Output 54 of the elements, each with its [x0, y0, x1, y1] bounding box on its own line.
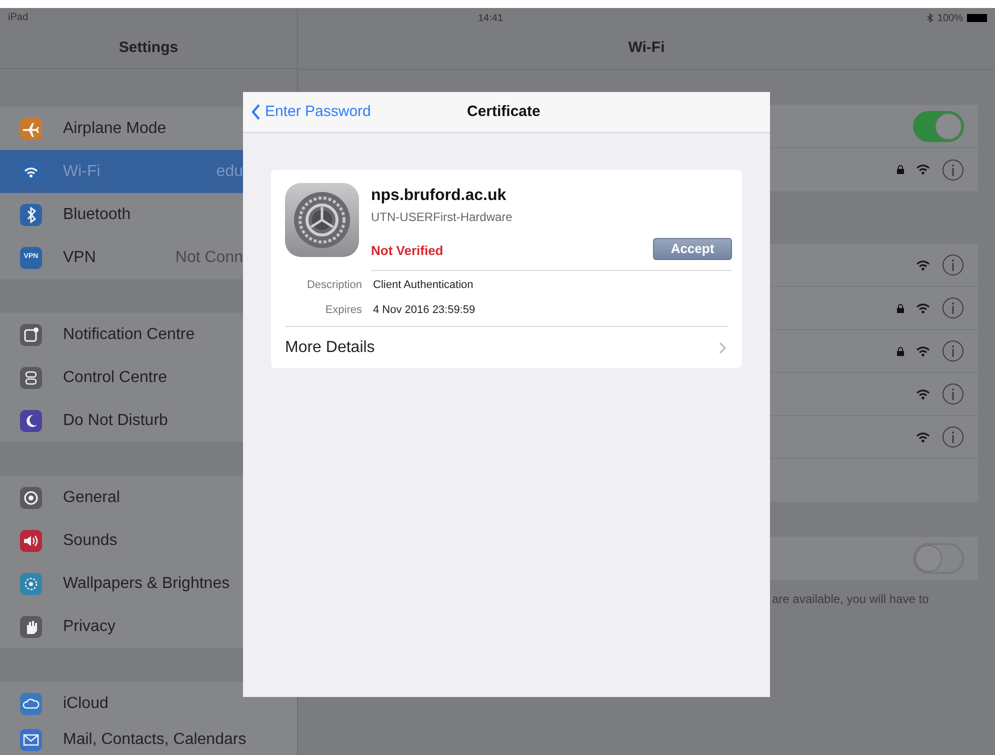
cert-issuer: UTN-USERFirst-Hardware	[371, 209, 514, 226]
accept-button[interactable]: Accept	[653, 238, 732, 260]
more-details-row[interactable]: More Details	[271, 327, 742, 368]
setting-label: Wi-Fi	[63, 162, 100, 182]
wifi-icon	[916, 164, 930, 175]
setting-label: Wallpapers & Brightnes	[63, 574, 230, 594]
back-button[interactable]: Enter Password	[243, 100, 371, 124]
info-icon[interactable]	[942, 254, 964, 276]
wifi-icon	[916, 346, 930, 356]
detail-value: 4 Nov 2016 23:59:59	[373, 302, 476, 318]
setting-value: Not Conn	[175, 248, 243, 268]
wifi-icon	[916, 432, 930, 442]
setting-label: VPN	[63, 248, 96, 268]
wifi-icon	[916, 302, 930, 314]
toggle-switch[interactable]	[913, 110, 964, 142]
clock-time: 14:41	[478, 12, 504, 26]
setting-label: Mail, Contacts, Calendars	[63, 730, 246, 750]
sidebar-item[interactable]: Mail, Contacts, Calendars	[0, 725, 297, 755]
footer-note: are available, you will have to	[772, 592, 929, 606]
settings-app-icon	[285, 183, 359, 257]
setting-label: General	[63, 488, 120, 508]
bluetooth-icon	[927, 13, 934, 23]
verification-status: Not Verified	[371, 242, 444, 260]
setting-label: Notification Centre	[63, 324, 195, 344]
sidebar-title: Settings	[118, 38, 178, 58]
setting-label: Do Not Disturb	[63, 410, 168, 430]
pane-title: Wi-Fi	[628, 38, 665, 58]
detail-label: Expires	[324, 302, 362, 318]
battery-icon	[967, 14, 987, 22]
device-label: iPad	[8, 11, 28, 26]
chevron-right-icon	[719, 342, 726, 354]
detail-label: Description	[306, 278, 362, 293]
battery-percent: 100%	[937, 12, 963, 26]
setting-label: Sounds	[63, 530, 118, 550]
setting-label: Bluetooth	[63, 204, 131, 224]
info-icon[interactable]	[942, 340, 964, 362]
toggle-switch[interactable]	[913, 543, 964, 574]
sheet-title: Certificate	[467, 102, 540, 122]
setting-label: Privacy	[63, 616, 116, 636]
info-icon[interactable]	[942, 158, 964, 180]
info-icon[interactable]	[942, 383, 964, 405]
info-icon[interactable]	[942, 297, 964, 319]
setting-label: iCloud	[63, 694, 108, 714]
cert-name: nps.bruford.ac.uk	[371, 186, 508, 206]
detail-value: Client Authentication	[373, 278, 474, 293]
sidebar-item[interactable]: iCloud	[0, 682, 297, 725]
wifi-icon	[916, 388, 930, 400]
chevron-left-icon	[251, 104, 261, 120]
more-details-label: More Details	[285, 338, 375, 358]
wifi-icon	[916, 260, 930, 270]
setting-value: edu	[216, 162, 243, 182]
info-icon[interactable]	[942, 426, 964, 448]
setting-label: Control Centre	[63, 368, 168, 388]
setting-label: Airplane Mode	[63, 118, 166, 138]
